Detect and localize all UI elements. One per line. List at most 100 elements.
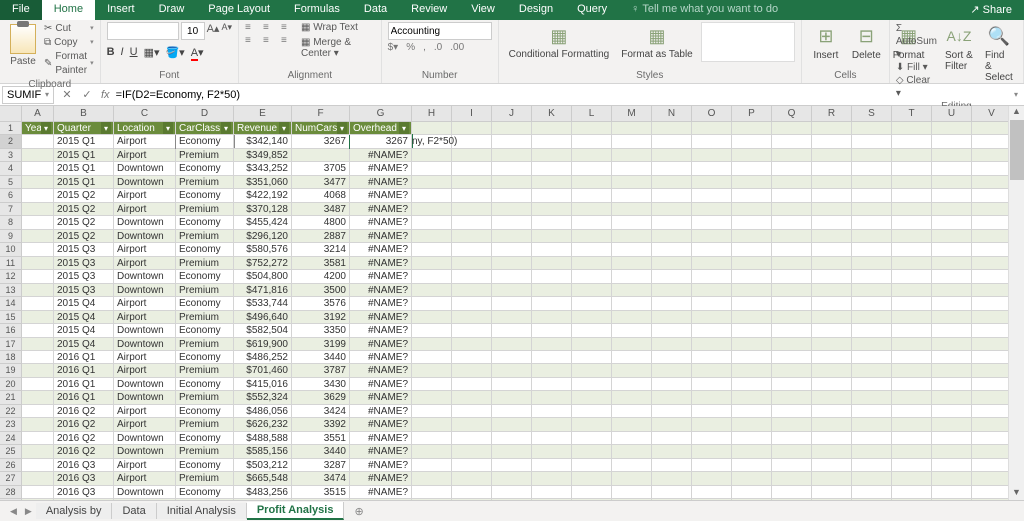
cell[interactable] [572, 499, 612, 500]
cell[interactable] [652, 432, 692, 445]
tab-query[interactable]: Query [565, 0, 619, 20]
cell-C9[interactable]: Downtown [114, 230, 176, 243]
cell[interactable] [492, 351, 532, 364]
cell[interactable] [412, 284, 452, 297]
cell-E22[interactable]: $486,056 [234, 405, 292, 418]
decrease-decimal-button[interactable]: .00 [450, 42, 464, 53]
row-header-11[interactable]: 11 [0, 257, 22, 270]
cell[interactable] [492, 189, 532, 202]
cell[interactable] [412, 311, 452, 324]
cell-A15[interactable] [22, 311, 54, 324]
cell[interactable] [652, 122, 692, 135]
cell[interactable] [972, 499, 1012, 500]
cell-C18[interactable]: Airport [114, 351, 176, 364]
cell[interactable] [532, 203, 572, 216]
cell[interactable] [452, 162, 492, 175]
cell[interactable] [412, 135, 452, 148]
cell[interactable] [612, 432, 652, 445]
column-header-H[interactable]: H [412, 106, 452, 122]
cell[interactable] [572, 338, 612, 351]
cell[interactable] [732, 459, 772, 472]
column-header-C[interactable]: C [114, 106, 176, 122]
cell-G3[interactable]: #NAME? [350, 149, 412, 162]
cell[interactable] [812, 405, 852, 418]
cell[interactable] [572, 216, 612, 229]
cell[interactable] [852, 418, 892, 431]
fill-button[interactable]: ⬇ Fill ▾ [896, 61, 937, 74]
cell-F19[interactable]: 3787 [292, 364, 350, 377]
cell-F5[interactable]: 3477 [292, 176, 350, 189]
cell[interactable] [572, 391, 612, 404]
cell[interactable] [892, 203, 932, 216]
cell[interactable] [572, 351, 612, 364]
cell[interactable] [532, 162, 572, 175]
number-format-input[interactable] [388, 22, 492, 40]
cell-G12[interactable]: #NAME? [350, 270, 412, 283]
autosum-button[interactable]: Σ AutoSum ▾ [896, 22, 937, 61]
cell[interactable] [612, 351, 652, 364]
cell[interactable] [812, 162, 852, 175]
table-header-quarter[interactable]: Quarter [54, 122, 114, 135]
cell[interactable] [452, 499, 492, 500]
cell[interactable] [612, 499, 652, 500]
cell[interactable] [892, 459, 932, 472]
tab-page-layout[interactable]: Page Layout [196, 0, 282, 20]
cell[interactable] [412, 364, 452, 377]
cell-G4[interactable]: #NAME? [350, 162, 412, 175]
cell-E28[interactable]: $483,256 [234, 486, 292, 499]
cell-A14[interactable] [22, 297, 54, 310]
cell[interactable] [732, 391, 772, 404]
cell[interactable] [852, 135, 892, 148]
cell-C15[interactable]: Airport [114, 311, 176, 324]
cell-B22[interactable]: 2016 Q2 [54, 405, 114, 418]
cell-D29[interactable]: Premium [176, 499, 234, 500]
cell-B3[interactable]: 2015 Q1 [54, 149, 114, 162]
cell[interactable] [772, 472, 812, 485]
cell-D22[interactable]: Economy [176, 405, 234, 418]
cell[interactable] [772, 459, 812, 472]
format-painter-button[interactable]: ✎Format Painter [44, 50, 94, 78]
cell[interactable] [492, 311, 532, 324]
cell[interactable] [572, 149, 612, 162]
cell[interactable] [772, 338, 812, 351]
cell[interactable] [412, 162, 452, 175]
cell[interactable] [812, 311, 852, 324]
cell[interactable] [892, 149, 932, 162]
table-header-revenue[interactable]: Revenue [234, 122, 292, 135]
cell[interactable] [932, 203, 972, 216]
cell[interactable] [412, 472, 452, 485]
cell-B12[interactable]: 2015 Q3 [54, 270, 114, 283]
cell[interactable] [652, 203, 692, 216]
cell[interactable] [652, 297, 692, 310]
cell[interactable] [972, 486, 1012, 499]
cell[interactable] [652, 418, 692, 431]
cell[interactable] [892, 189, 932, 202]
cell[interactable] [532, 189, 572, 202]
cell[interactable] [412, 432, 452, 445]
cell-D27[interactable]: Premium [176, 472, 234, 485]
font-size-input[interactable] [181, 22, 205, 40]
cell[interactable] [852, 499, 892, 500]
tab-design[interactable]: Design [507, 0, 565, 20]
cell[interactable] [972, 418, 1012, 431]
tab-formulas[interactable]: Formulas [282, 0, 352, 20]
cell[interactable] [612, 270, 652, 283]
cell[interactable] [692, 405, 732, 418]
delete-cells-button[interactable]: ⊟Delete [848, 22, 885, 61]
cell[interactable] [932, 162, 972, 175]
cell[interactable] [852, 203, 892, 216]
cell[interactable] [612, 364, 652, 377]
cell[interactable] [972, 162, 1012, 175]
cell[interactable] [492, 432, 532, 445]
cell-G23[interactable]: #NAME? [350, 418, 412, 431]
cell[interactable] [572, 203, 612, 216]
cell-D7[interactable]: Premium [176, 203, 234, 216]
column-header-A[interactable]: A [22, 106, 54, 122]
cell[interactable] [972, 391, 1012, 404]
cell[interactable] [852, 351, 892, 364]
cell[interactable] [732, 149, 772, 162]
cell[interactable] [732, 122, 772, 135]
cell-E21[interactable]: $552,324 [234, 391, 292, 404]
cell-F11[interactable]: 3581 [292, 257, 350, 270]
cell[interactable] [572, 486, 612, 499]
